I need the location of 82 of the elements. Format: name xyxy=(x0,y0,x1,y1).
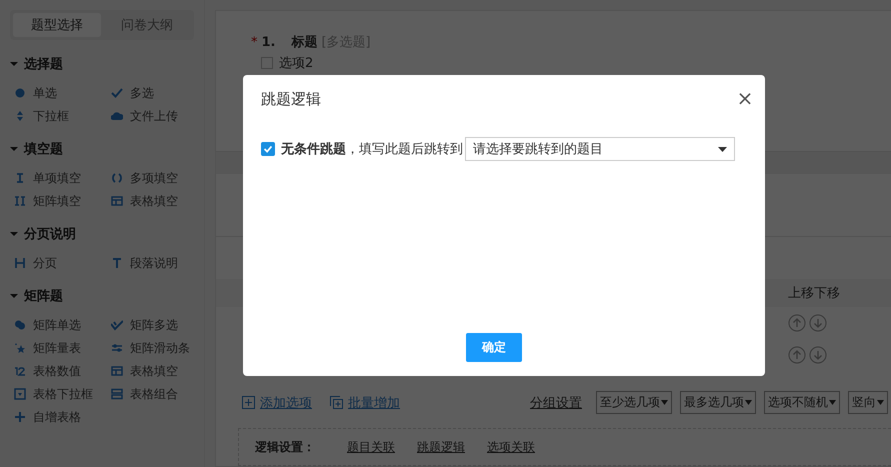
plus-square-icon xyxy=(242,396,255,409)
question-type-item[interactable]: 表格填空 xyxy=(111,192,208,210)
question-type-item[interactable]: 矩阵滑动条 xyxy=(111,339,208,357)
logic-link[interactable]: 跳题逻辑 xyxy=(417,438,465,456)
column-header: 上移下移 xyxy=(788,285,841,302)
caret-down-icon[interactable] xyxy=(10,231,18,237)
option-checkbox[interactable] xyxy=(261,57,273,69)
check-icon xyxy=(111,87,123,99)
brackets-icon xyxy=(111,172,123,184)
option-label: 选项2 xyxy=(279,55,314,72)
checkbox[interactable] xyxy=(261,142,275,156)
copy-plus-icon xyxy=(330,396,343,409)
caret-down-icon xyxy=(661,400,668,405)
caret-down-icon xyxy=(877,400,884,405)
rows-icon xyxy=(111,388,123,400)
question-type-item[interactable]: 矩阵填空 xyxy=(14,192,111,210)
logic-link[interactable]: 题目关联 xyxy=(347,438,395,456)
section-title: 矩阵题 xyxy=(24,288,63,305)
dropdown-icon xyxy=(14,388,26,400)
slider-icon xyxy=(111,342,123,354)
star-icon xyxy=(14,342,26,354)
logic-label: 逻辑设置： xyxy=(255,438,315,456)
question-type-item[interactable]: 单选 xyxy=(14,84,111,102)
question-type-item[interactable]: 表格下拉框 xyxy=(14,385,111,403)
question-type-item[interactable]: 表格组合 xyxy=(111,385,208,403)
required-mark: * xyxy=(251,35,258,50)
question-title: 标题 xyxy=(291,34,318,51)
double-cursor-icon xyxy=(14,195,26,207)
section-title: 分页说明 xyxy=(24,226,76,243)
table-icon xyxy=(111,195,123,207)
question-type-item[interactable]: 分页 xyxy=(14,254,111,272)
circles-icon xyxy=(14,319,26,331)
caret-down-icon xyxy=(829,400,836,405)
caret-down-icon[interactable] xyxy=(10,61,18,67)
number-icon xyxy=(14,365,26,377)
question-type-item[interactable]: 矩阵量表 xyxy=(14,339,111,357)
option-dropdown[interactable]: 竖向 xyxy=(848,391,888,414)
target-select[interactable]: 请选择要跳转到的题目 xyxy=(465,137,735,161)
batch-add-link[interactable]: 批量增加 xyxy=(330,394,400,412)
question-type-item[interactable]: 段落说明 xyxy=(111,254,208,272)
group-settings-link[interactable]: 分组设置 xyxy=(530,394,582,412)
text-cursor-icon xyxy=(14,172,26,184)
cloud-icon xyxy=(111,110,123,122)
t-icon xyxy=(111,257,123,269)
close-button[interactable]: × xyxy=(735,88,755,108)
jump-hint: ，填写此题后跳转到 xyxy=(346,141,463,158)
question-type-item[interactable]: 矩阵单选 xyxy=(14,316,111,334)
question-type-item[interactable]: 单项填空 xyxy=(14,169,111,187)
arrow-down-icon[interactable] xyxy=(809,346,827,364)
question-type-item[interactable]: 表格填空 xyxy=(111,362,208,380)
question-type-item[interactable]: 多项填空 xyxy=(111,169,208,187)
check-icon xyxy=(262,143,274,155)
dot-icon xyxy=(14,87,26,99)
sidebar-tab[interactable]: 题型选择 xyxy=(13,13,101,37)
plus-icon xyxy=(14,411,26,423)
option-dropdown[interactable]: 最多选几项 xyxy=(680,391,756,414)
logic-link[interactable]: 选项关联 xyxy=(487,438,535,456)
dialog-title: 跳题逻辑 xyxy=(261,90,321,109)
question-type-item[interactable]: 矩阵多选 xyxy=(111,316,208,334)
checkbox-label: 无条件跳题 xyxy=(281,141,346,158)
table-icon xyxy=(111,365,123,377)
caret-down-icon[interactable] xyxy=(10,293,18,299)
section-title: 填空题 xyxy=(24,140,63,158)
question-type-item[interactable]: 表格数值 xyxy=(14,362,111,380)
h-icon xyxy=(14,257,26,269)
arrow-down-icon[interactable] xyxy=(809,314,827,332)
question-type-item[interactable]: 文件上传 xyxy=(111,107,208,125)
caret-down-icon[interactable] xyxy=(10,146,18,152)
check-icon xyxy=(111,319,123,331)
confirm-button[interactable]: 确定 xyxy=(466,333,522,362)
question-type-item[interactable]: 自增表格 xyxy=(14,408,111,426)
question-type-item[interactable]: 下拉框 xyxy=(14,107,111,125)
option-dropdown[interactable]: 至少选几项 xyxy=(596,391,672,414)
arrow-up-icon[interactable] xyxy=(788,314,806,332)
question-type-item[interactable]: 多选 xyxy=(111,84,208,102)
arrow-up-icon[interactable] xyxy=(788,346,806,364)
option-dropdown[interactable]: 选项不随机 xyxy=(764,391,840,414)
caret-down-icon xyxy=(745,400,752,405)
add-option-link[interactable]: 添加选项 xyxy=(242,394,312,412)
question-number: 1. xyxy=(262,35,276,50)
up-down-icon xyxy=(14,110,26,122)
section-title: 选择题 xyxy=(24,56,63,73)
